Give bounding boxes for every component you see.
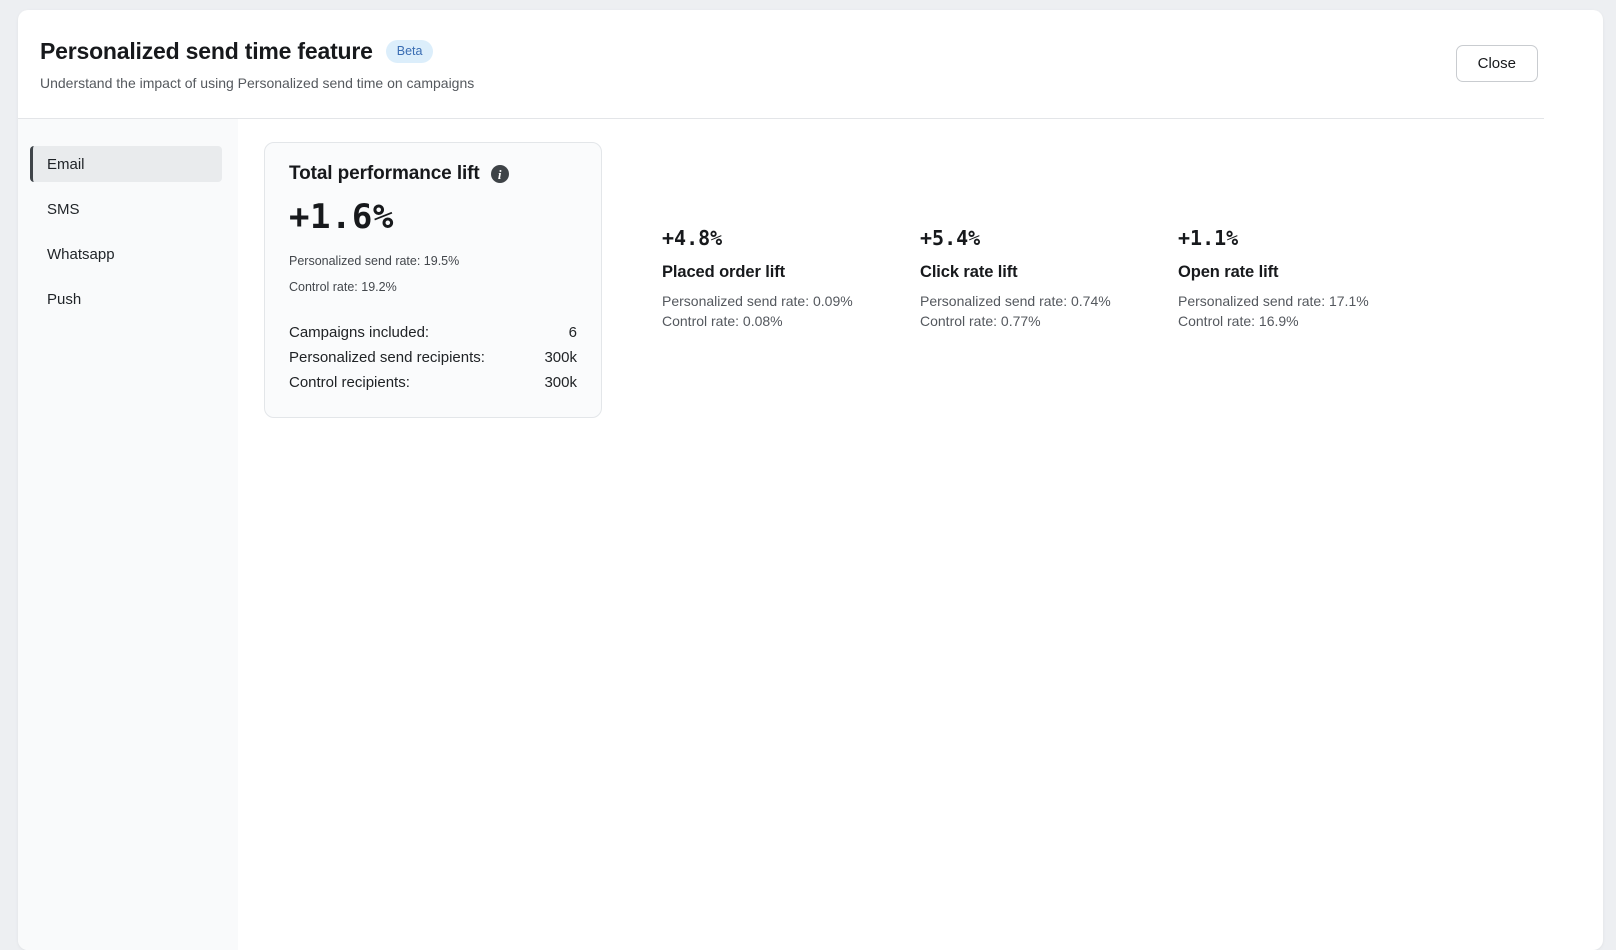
channel-sidebar: Email SMS Whatsapp Push [18,119,238,950]
control-rate-line: Control rate: 19.2% [289,280,577,294]
stat-label: Personalized send recipients: [289,345,485,370]
metric-name: Click rate lift [920,263,1178,282]
metric-personalized-rate: Personalized send rate: 17.1% [1178,291,1436,311]
main-content: Total performance lift i +1.6% Personali… [238,119,1603,950]
stat-value: 300k [544,370,577,395]
metric-placed-order-lift: +4.8% Placed order lift Personalized sen… [662,226,920,331]
lift-metrics-row: +4.8% Placed order lift Personalized sen… [662,226,1436,331]
metric-name: Open rate lift [1178,263,1436,282]
metric-control-rate: Control rate: 16.9% [1178,311,1436,331]
stat-value: 300k [544,345,577,370]
stat-value: 6 [569,320,577,345]
metric-personalized-rate: Personalized send rate: 0.74% [920,291,1178,311]
close-button[interactable]: Close [1456,45,1538,82]
metric-lift-value: +4.8% [662,226,920,250]
page-subtitle: Understand the impact of using Personali… [40,75,1603,91]
sidebar-item-label: Email [47,156,85,173]
campaign-stats: Campaigns included: 6 Personalized send … [289,320,577,395]
metric-control-rate: Control rate: 0.08% [662,311,920,331]
sidebar-item-label: Whatsapp [47,246,115,263]
personalized-send-time-modal: Personalized send time feature Beta Unde… [18,10,1603,950]
metric-lift-value: +1.1% [1178,226,1436,250]
stat-row-campaigns-included: Campaigns included: 6 [289,320,577,345]
personalized-send-rate-line: Personalized send rate: 19.5% [289,254,577,268]
metric-name: Placed order lift [662,263,920,282]
stat-label: Control recipients: [289,370,410,395]
modal-body: Email SMS Whatsapp Push Total performanc… [18,119,1603,950]
metric-control-rate: Control rate: 0.77% [920,311,1178,331]
sidebar-item-push[interactable]: Push [30,281,222,317]
sidebar-item-whatsapp[interactable]: Whatsapp [30,236,222,272]
sidebar-item-email[interactable]: Email [30,146,222,182]
sidebar-item-sms[interactable]: SMS [30,191,222,227]
sidebar-item-label: SMS [47,201,80,218]
sidebar-item-label: Push [47,291,81,308]
page-title: Personalized send time feature [40,38,373,65]
metric-open-rate-lift: +1.1% Open rate lift Personalized send r… [1178,226,1436,331]
info-icon[interactable]: i [491,165,509,183]
modal-header: Personalized send time feature Beta Unde… [18,10,1603,118]
stat-row-personalized-recipients: Personalized send recipients: 300k [289,345,577,370]
metric-lift-value: +5.4% [920,226,1178,250]
total-lift-value: +1.6% [289,197,577,237]
header-text-group: Personalized send time feature Beta Unde… [40,38,1603,91]
beta-badge: Beta [386,40,434,63]
stat-row-control-recipients: Control recipients: 300k [289,370,577,395]
total-performance-lift-card: Total performance lift i +1.6% Personali… [264,142,602,418]
card-title: Total performance lift [289,163,480,185]
metric-personalized-rate: Personalized send rate: 0.09% [662,291,920,311]
metric-click-rate-lift: +5.4% Click rate lift Personalized send … [920,226,1178,331]
stat-label: Campaigns included: [289,320,429,345]
